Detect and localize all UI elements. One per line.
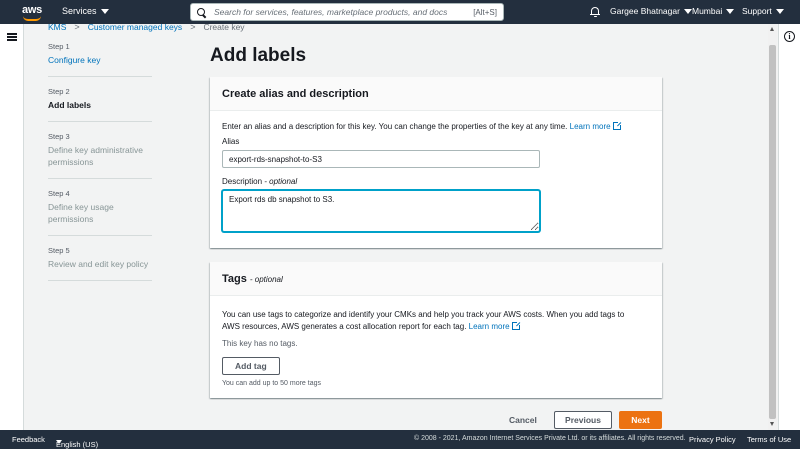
privacy-policy-link[interactable]: Privacy Policy xyxy=(689,435,736,444)
aws-logo[interactable]: aws xyxy=(20,2,44,22)
scroll-down-arrow-icon[interactable] xyxy=(770,422,774,426)
step-number: Step 3 xyxy=(48,132,70,141)
caret-down-icon xyxy=(100,8,109,14)
support-menu-button[interactable]: Support xyxy=(742,6,784,16)
panel-title: Tags - optional xyxy=(222,272,283,285)
tag-limit-note: You can add up to 50 more tags xyxy=(222,380,321,387)
alias-label: Alias xyxy=(222,137,240,146)
feedback-link[interactable]: Feedback xyxy=(12,435,45,444)
step-link-configure-key[interactable]: Configure key xyxy=(48,54,152,66)
breadcrumb-separator: > xyxy=(74,22,80,32)
tools-drawer: i xyxy=(778,24,800,430)
info-icon[interactable]: i xyxy=(784,31,795,42)
caret-down-icon xyxy=(775,8,784,14)
cancel-button[interactable]: Cancel xyxy=(509,411,537,429)
services-menu-button[interactable]: Services xyxy=(62,6,109,16)
external-link-icon xyxy=(612,121,622,130)
panel-title: Create alias and description xyxy=(222,87,369,100)
description-textarea[interactable]: Export rds db snapshot to S3. xyxy=(222,190,540,232)
alias-description-panel: Create alias and description Enter an al… xyxy=(210,77,662,248)
language-label: English (US) xyxy=(56,440,99,449)
step-title-review-policy: Review and edit key policy xyxy=(48,259,149,269)
tags-panel: Tags - optional You can use tags to categ… xyxy=(210,262,662,398)
learn-more-link[interactable]: Learn more xyxy=(570,121,622,131)
external-link-icon xyxy=(511,321,521,330)
panel-body: You can use tags to categorize and ident… xyxy=(210,296,662,397)
breadcrumb-kms[interactable]: KMS xyxy=(48,22,66,32)
step-4: Step 4 Define key usage permissions xyxy=(48,189,152,236)
panel-description: Enter an alias and a description for thi… xyxy=(222,122,568,131)
navigation-drawer xyxy=(0,24,24,430)
panel-header: Tags - optional xyxy=(210,262,662,296)
step-title-admin-permissions: Define key administrative permissions xyxy=(48,145,143,167)
tags-description-line-1: You can use tags to categorize and ident… xyxy=(222,310,625,319)
step-1: Step 1 Configure key xyxy=(48,42,152,77)
top-navigation: aws Services [Alt+S] Gargee Bhatnagar Mu… xyxy=(0,0,800,24)
terms-of-use-link[interactable]: Terms of Use xyxy=(747,435,791,444)
caret-down-icon xyxy=(726,8,735,14)
alias-input[interactable] xyxy=(222,150,540,168)
breadcrumb-separator: > xyxy=(190,22,196,32)
caret-down-icon xyxy=(56,440,62,444)
tags-description-line-2: AWS resources, AWS generates a cost allo… xyxy=(222,322,467,331)
page-scrollbar[interactable] xyxy=(768,24,777,430)
breadcrumb: KMS > Customer managed keys > Create key xyxy=(48,22,245,32)
scroll-up-arrow-icon[interactable] xyxy=(770,27,774,31)
step-3: Step 3 Define key administrative permiss… xyxy=(48,132,152,179)
learn-more-link[interactable]: Learn more xyxy=(469,321,521,331)
panel-header: Create alias and description xyxy=(210,77,662,111)
step-number: Step 4 xyxy=(48,189,70,198)
user-menu-button[interactable]: Gargee Bhatnagar xyxy=(610,6,692,16)
step-2: Step 2 Add labels xyxy=(48,87,152,122)
search-bar[interactable]: [Alt+S] xyxy=(190,3,504,21)
caret-down-icon xyxy=(683,8,692,14)
breadcrumb-customer-managed-keys[interactable]: Customer managed keys xyxy=(88,22,183,32)
step-5: Step 5 Review and edit key policy xyxy=(48,246,152,281)
next-button[interactable]: Next xyxy=(619,411,662,429)
support-label: Support xyxy=(742,6,772,16)
step-number: Step 2 xyxy=(48,87,70,96)
bell-icon[interactable] xyxy=(590,6,600,18)
panel-body: Enter an alias and a description for thi… xyxy=(210,111,662,242)
search-icon xyxy=(197,7,206,17)
no-tags-message: This key has no tags. xyxy=(222,339,298,348)
step-title-usage-permissions: Define key usage permissions xyxy=(48,202,114,224)
copyright-text: © 2008 - 2021, Amazon Internet Services … xyxy=(414,435,686,442)
step-title-add-labels: Add labels xyxy=(48,100,91,110)
page-title: Add labels xyxy=(210,45,307,66)
services-label: Services xyxy=(62,6,97,16)
search-input[interactable] xyxy=(214,7,474,17)
footer-bar: Feedback English (US) © 2008 - 2021, Ama… xyxy=(0,430,800,449)
user-name: Gargee Bhatnagar xyxy=(610,6,680,16)
region-menu-button[interactable]: Mumbai xyxy=(692,6,735,16)
wizard-steps: Step 1 Configure key Step 2 Add labels S… xyxy=(48,42,152,291)
description-label: Description - optional xyxy=(222,177,298,186)
breadcrumb-current: Create key xyxy=(203,22,245,32)
menu-icon[interactable] xyxy=(7,33,17,41)
search-shortcut-hint: [Alt+S] xyxy=(473,7,497,17)
previous-button[interactable]: Previous xyxy=(554,411,612,429)
scrollbar-thumb[interactable] xyxy=(769,45,776,419)
add-tag-button[interactable]: Add tag xyxy=(222,357,280,375)
region-name: Mumbai xyxy=(692,6,723,16)
step-number: Step 5 xyxy=(48,246,70,255)
step-number: Step 1 xyxy=(48,42,70,51)
